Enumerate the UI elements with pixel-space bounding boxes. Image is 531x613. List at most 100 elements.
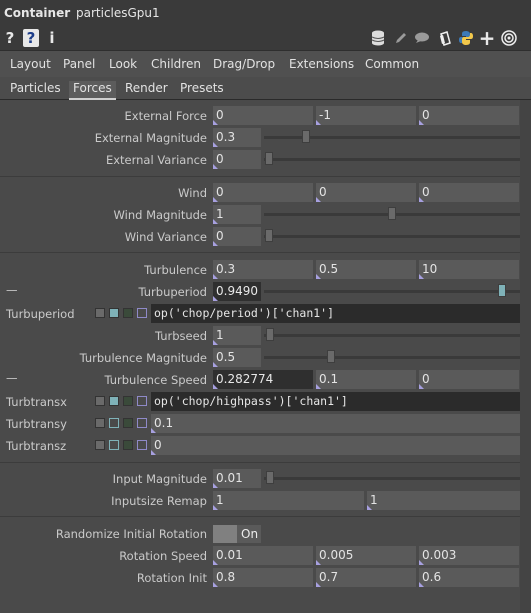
randomize-rotation-toggle[interactable]: On <box>213 525 261 543</box>
rotation-init-z-field[interactable]: 0.6 <box>419 568 519 587</box>
external-variance-label: External Variance <box>105 153 207 167</box>
plus-icon[interactable]: + <box>479 26 496 50</box>
mode-constant-icon[interactable] <box>95 440 105 450</box>
rotation-speed-z-field[interactable]: 0.003 <box>419 546 519 565</box>
rotation-init-x-field[interactable]: 0.8 <box>213 568 313 587</box>
rotation-speed-x-field[interactable]: 0.01 <box>213 546 313 565</box>
wind-variance-slider-handle[interactable] <box>265 229 273 242</box>
tab-particles[interactable]: Particles <box>10 81 61 95</box>
comment-icon[interactable] <box>413 28 431 48</box>
python-help-icon[interactable]: ? <box>23 29 39 47</box>
turbuperiod-slider-handle[interactable] <box>498 284 506 297</box>
mode-constant-icon[interactable] <box>95 308 105 318</box>
clone-icon[interactable] <box>436 28 454 48</box>
turbtransx-expression-field[interactable]: op('chop/highpass')['chan1'] <box>151 392 520 411</box>
external-variance-field[interactable]: 0 <box>213 150 261 169</box>
turbuperiod-slider[interactable] <box>264 290 520 293</box>
turbuperiod-field[interactable]: 0.9490 <box>213 282 261 301</box>
custom-page-tabs: Particles Forces Render Presets <box>0 77 531 100</box>
external-force-z-field[interactable]: 0 <box>419 106 519 125</box>
title-bar: Container particlesGpu1 <box>0 0 531 26</box>
external-force-y-field[interactable]: -1 <box>316 106 416 125</box>
turbulence-y-field[interactable]: 0.5 <box>316 260 416 279</box>
wind-y-field[interactable]: 0 <box>316 183 416 202</box>
python-icon[interactable] <box>457 28 475 48</box>
tab-children[interactable]: Children <box>151 57 201 71</box>
tab-extensions[interactable]: Extensions <box>289 57 354 71</box>
target-icon[interactable] <box>500 28 518 48</box>
input-magnitude-slider[interactable] <box>264 477 520 480</box>
mode-bind-icon[interactable] <box>137 440 147 450</box>
tab-panel[interactable]: Panel <box>63 57 95 71</box>
tab-look[interactable]: Look <box>109 57 137 71</box>
turbulence-magnitude-field[interactable]: 0.5 <box>213 348 261 367</box>
turbseed-slider[interactable] <box>264 334 520 337</box>
mode-expression-icon[interactable] <box>109 440 119 450</box>
info-icon[interactable]: i <box>46 28 58 48</box>
pencil-icon[interactable] <box>392 28 410 48</box>
rotation-init-y-field[interactable]: 0.7 <box>316 568 416 587</box>
turbtransy-field[interactable]: 0.1 <box>151 414 520 433</box>
operator-name[interactable]: particlesGpu1 <box>76 6 160 20</box>
wind-magnitude-slider-handle[interactable] <box>388 207 396 220</box>
mode-export-icon[interactable] <box>123 308 133 318</box>
external-variance-slider[interactable] <box>264 158 520 161</box>
turbulence-speed-y-field[interactable]: 0.1 <box>316 370 416 389</box>
turbuperiod-collapse-toggle[interactable]: — <box>6 283 18 297</box>
input-magnitude-field[interactable]: 0.01 <box>213 469 261 488</box>
database-icon[interactable] <box>369 28 387 48</box>
wind-z-field[interactable]: 0 <box>419 183 519 202</box>
scrollbar[interactable] <box>520 100 531 613</box>
rotation-speed-y-field[interactable]: 0.005 <box>316 546 416 565</box>
turbulence-speed-x-field[interactable]: 0.282774 <box>213 370 313 389</box>
turbtransz-label: Turbtransz <box>6 439 67 453</box>
section-divider <box>0 516 520 517</box>
mode-bind-icon[interactable] <box>137 418 147 428</box>
mode-expression-icon[interactable] <box>109 396 119 406</box>
mode-export-icon[interactable] <box>123 418 133 428</box>
wind-x-field[interactable]: 0 <box>213 183 313 202</box>
randomize-rotation-label: Randomize Initial Rotation <box>55 527 207 541</box>
wind-variance-slider[interactable] <box>264 235 520 238</box>
help-icon[interactable]: ? <box>3 28 17 48</box>
mode-bind-icon[interactable] <box>137 308 147 318</box>
tab-presets[interactable]: Presets <box>180 81 224 95</box>
turbulence-magnitude-slider-handle[interactable] <box>327 350 335 363</box>
turbuperiod-expression-field[interactable]: op('chop/period')['chan1'] <box>151 304 520 323</box>
turbulence-speed-label: Turbulence Speed <box>104 373 207 387</box>
mode-bind-icon[interactable] <box>137 396 147 406</box>
tab-drag-drop[interactable]: Drag/Drop <box>213 57 275 71</box>
tab-layout[interactable]: Layout <box>10 57 51 71</box>
turbseed-slider-handle[interactable] <box>266 328 274 341</box>
external-force-label: External Force <box>124 109 207 123</box>
external-force-x-field[interactable]: 0 <box>213 106 313 125</box>
wind-variance-label: Wind Variance <box>124 230 207 244</box>
wind-variance-field[interactable]: 0 <box>213 227 261 246</box>
turbtransz-field[interactable]: 0 <box>151 436 520 455</box>
mode-constant-icon[interactable] <box>95 418 105 428</box>
turbulence-speed-collapse-toggle[interactable]: — <box>6 371 18 385</box>
turbuperiod-expr-label: Turbuperiod <box>6 307 75 321</box>
mode-expression-icon[interactable] <box>109 418 119 428</box>
wind-magnitude-field[interactable]: 1 <box>213 205 261 224</box>
turbtransx-label: Turbtransx <box>6 395 67 409</box>
mode-constant-icon[interactable] <box>95 396 105 406</box>
tab-render[interactable]: Render <box>125 81 168 95</box>
input-magnitude-slider-handle[interactable] <box>266 471 274 484</box>
mode-export-icon[interactable] <box>123 440 133 450</box>
section-divider <box>0 252 520 253</box>
inputsize-remap-max-field[interactable]: 1 <box>367 491 520 510</box>
external-magnitude-slider-handle[interactable] <box>302 130 310 143</box>
inputsize-remap-min-field[interactable]: 1 <box>213 491 364 510</box>
external-variance-slider-handle[interactable] <box>265 152 273 165</box>
turbulence-magnitude-slider[interactable] <box>264 356 520 359</box>
turbulence-x-field[interactable]: 0.3 <box>213 260 313 279</box>
tab-forces[interactable]: Forces <box>69 81 116 100</box>
turbseed-field[interactable]: 1 <box>213 326 261 345</box>
tab-common[interactable]: Common <box>365 57 419 71</box>
turbulence-z-field[interactable]: 10 <box>419 260 519 279</box>
turbulence-speed-z-field[interactable]: 0 <box>419 370 519 389</box>
external-magnitude-field[interactable]: 0.3 <box>213 128 261 147</box>
mode-expression-icon[interactable] <box>109 308 119 318</box>
mode-export-icon[interactable] <box>123 396 133 406</box>
